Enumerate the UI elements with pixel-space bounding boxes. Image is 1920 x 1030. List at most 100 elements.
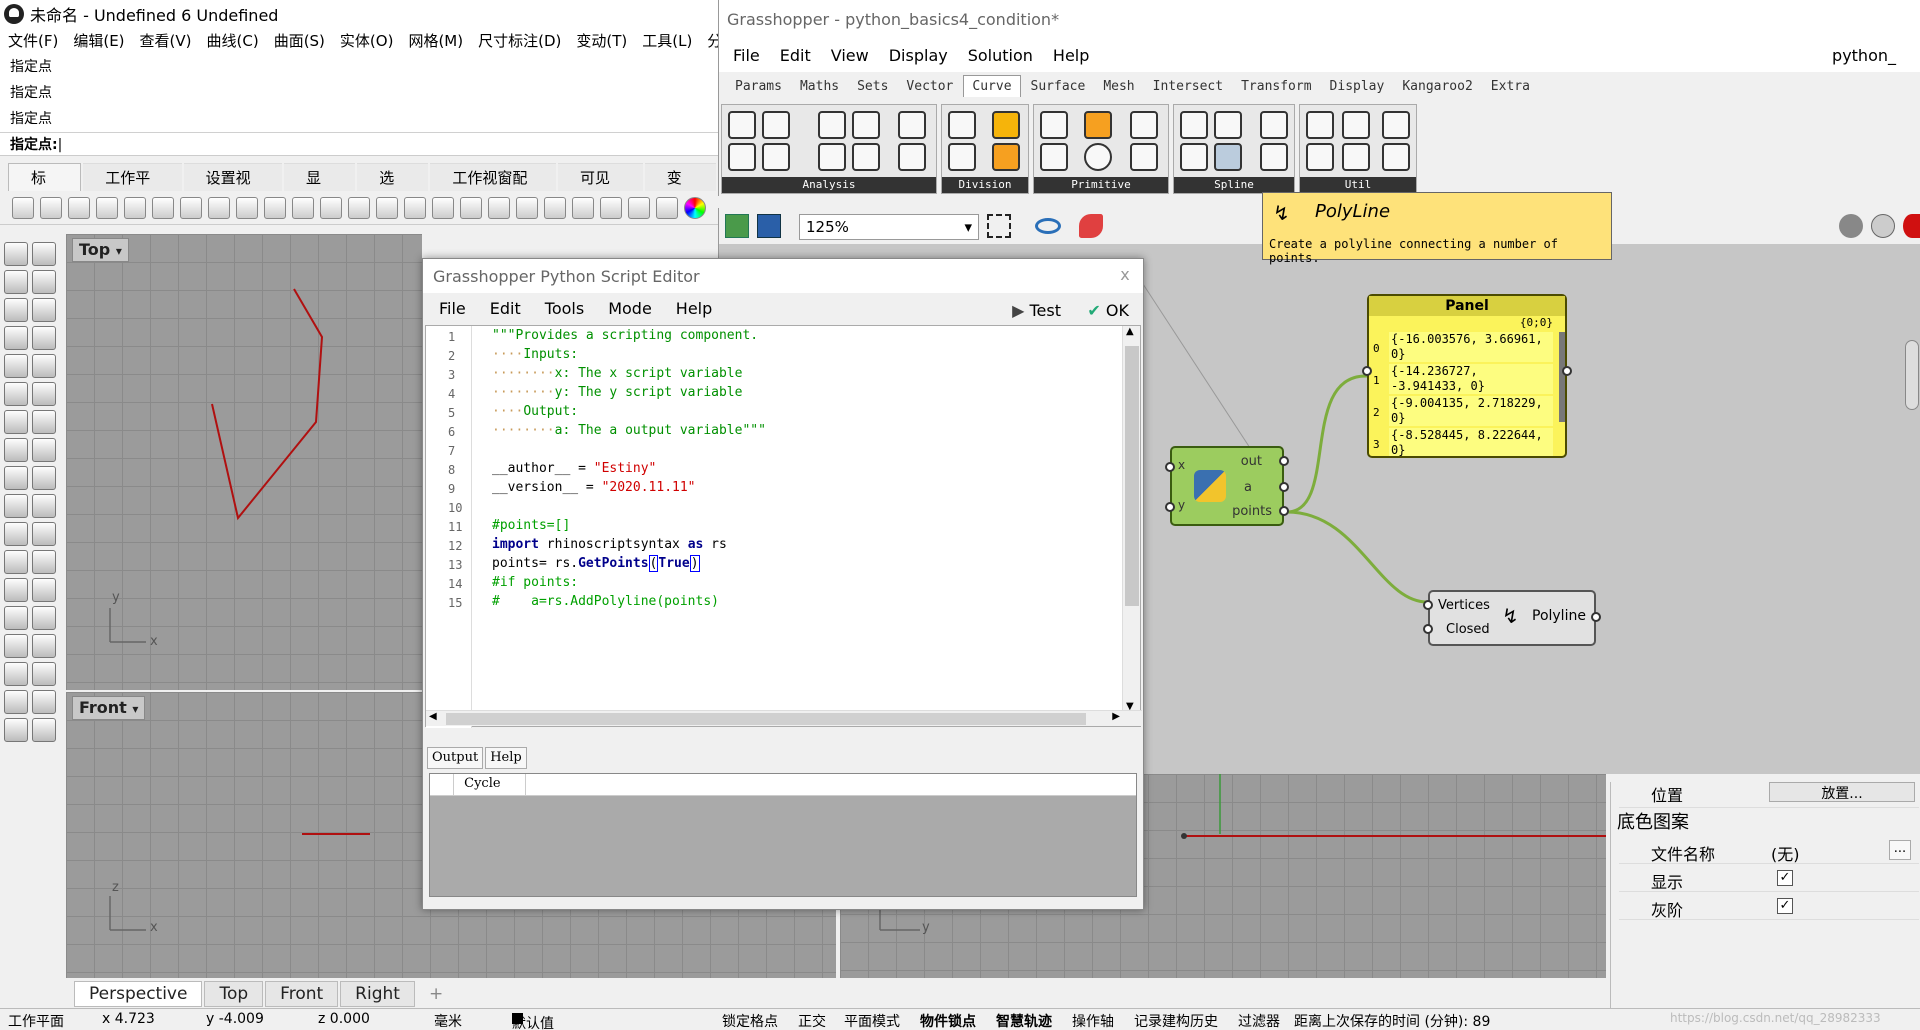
- port-x-in[interactable]: [1165, 462, 1175, 472]
- join-icon[interactable]: [32, 522, 56, 546]
- gh-menu-solution[interactable]: Solution: [968, 46, 1033, 65]
- nurbs-curve-icon[interactable]: [1214, 111, 1242, 139]
- undo-icon[interactable]: [236, 196, 258, 219]
- mesh-icon[interactable]: [32, 438, 56, 462]
- vtab-top[interactable]: Top: [204, 981, 264, 1007]
- divide-curve-icon[interactable]: [948, 111, 976, 139]
- point-icon[interactable]: [32, 242, 56, 266]
- python-component[interactable]: x y out a points: [1165, 446, 1289, 526]
- show-checkbox[interactable]: ✓: [1777, 870, 1793, 886]
- canvas-scroll-knob[interactable]: [1905, 340, 1919, 410]
- lightbulb-icon[interactable]: [600, 196, 622, 219]
- circle-icon[interactable]: [4, 298, 28, 322]
- copy-doc-icon[interactable]: [124, 196, 146, 219]
- polyline-input-closed[interactable]: Closed: [1446, 622, 1490, 637]
- gh-tab-maths[interactable]: Maths: [792, 76, 847, 97]
- fillet-util-icon[interactable]: [1342, 111, 1370, 139]
- gh-tab-surface[interactable]: Surface: [1023, 76, 1094, 97]
- python-input-x[interactable]: x: [1178, 458, 1185, 472]
- tab-viewport-layout[interactable]: 工作视窗配置: [430, 163, 556, 215]
- copy-icon[interactable]: [180, 196, 202, 219]
- explode-curve-icon[interactable]: [1342, 143, 1370, 171]
- gh-menu-display[interactable]: Display: [889, 46, 948, 65]
- panel-input-port[interactable]: [1362, 366, 1372, 376]
- rotate-view-icon[interactable]: [292, 196, 314, 219]
- editor-close-button[interactable]: x: [1113, 265, 1137, 287]
- divide-length-icon[interactable]: [948, 143, 976, 171]
- extrude-icon[interactable]: [32, 382, 56, 406]
- zoom-extents-icon[interactable]: [376, 196, 398, 219]
- zoom-extents-icon[interactable]: [987, 214, 1011, 238]
- polygon-icon[interactable]: [4, 326, 28, 350]
- select-icon[interactable]: [4, 242, 28, 266]
- help-tab[interactable]: Help: [485, 747, 527, 769]
- curve-intersect-icon[interactable]: [852, 143, 880, 171]
- menu-tools[interactable]: 工具(L): [642, 30, 692, 51]
- tab-cplanes[interactable]: 工作平面: [83, 163, 182, 215]
- gh-tab-curve[interactable]: Curve: [963, 75, 1021, 97]
- place-button[interactable]: 放置...: [1769, 782, 1915, 802]
- sketch-pen-icon[interactable]: [1079, 214, 1103, 238]
- editor-menu-tools[interactable]: Tools: [545, 299, 584, 318]
- trim-icon[interactable]: [4, 550, 28, 574]
- menu-file[interactable]: 文件(F): [8, 30, 58, 51]
- gh-tab-intersect[interactable]: Intersect: [1145, 76, 1231, 97]
- gray-checkbox[interactable]: ✓: [1777, 898, 1793, 914]
- gh-tab-vector[interactable]: Vector: [898, 76, 961, 97]
- car-icon[interactable]: [488, 196, 510, 219]
- toggle-ortho[interactable]: 正交: [798, 1011, 826, 1030]
- cube-icon[interactable]: [4, 718, 28, 742]
- circle-primitive-icon[interactable]: [1084, 143, 1112, 171]
- offset-icon[interactable]: [1306, 111, 1334, 139]
- gh-tab-mesh[interactable]: Mesh: [1095, 76, 1142, 97]
- zoom-level-dropdown[interactable]: 125%: [799, 214, 979, 240]
- toggle-filter[interactable]: 过滤器: [1238, 1011, 1280, 1030]
- tab-standard[interactable]: 标准: [8, 163, 82, 215]
- prop-filename-value[interactable]: (无): [1771, 841, 1800, 865]
- tab-visibility[interactable]: 可见性: [557, 163, 643, 215]
- zoom-window-icon[interactable]: [348, 196, 370, 219]
- curve-icon[interactable]: [32, 270, 56, 294]
- gh-tab-sets[interactable]: Sets: [849, 76, 896, 97]
- paint-icon[interactable]: [32, 718, 56, 742]
- new-file-icon[interactable]: [12, 196, 34, 219]
- surface-icon[interactable]: [4, 382, 28, 406]
- vtab-front[interactable]: Front: [265, 981, 339, 1007]
- cylinder-icon[interactable]: [4, 438, 28, 462]
- open-folder-icon[interactable]: [40, 196, 62, 219]
- editor-test-button[interactable]: ▶ Test: [1012, 301, 1061, 320]
- menu-view[interactable]: 查看(V): [140, 30, 192, 51]
- scroll-right-icon[interactable]: ▶: [1112, 711, 1120, 722]
- curve-perp-icon[interactable]: [898, 143, 926, 171]
- gh-tab-params[interactable]: Params: [727, 76, 790, 97]
- curve-area-icon[interactable]: [762, 143, 790, 171]
- arc-primitive-icon[interactable]: [1130, 111, 1158, 139]
- toggle-grid-snap[interactable]: 锁定格点: [722, 1011, 778, 1030]
- preview-eye-icon[interactable]: [1035, 218, 1061, 234]
- check-icon[interactable]: [32, 690, 56, 714]
- dimension-icon[interactable]: [4, 494, 28, 518]
- gh-menu-view[interactable]: View: [831, 46, 869, 65]
- code-vertical-scroll-thumb[interactable]: [1125, 346, 1139, 606]
- toggle-gumball[interactable]: 操作轴: [1072, 1011, 1114, 1030]
- scale-icon[interactable]: [32, 578, 56, 602]
- panel-scrollbar[interactable]: [1559, 332, 1565, 422]
- arc-icon[interactable]: [4, 354, 28, 378]
- polyline-tool-icon[interactable]: [1214, 143, 1242, 171]
- menu-curve[interactable]: 曲线(C): [207, 30, 259, 51]
- extend-curve-icon[interactable]: [1382, 143, 1410, 171]
- editor-ok-button[interactable]: ✔ OK: [1087, 301, 1129, 320]
- interpolate-icon[interactable]: [1180, 111, 1208, 139]
- leader-icon[interactable]: [32, 494, 56, 518]
- pan-hand-icon[interactable]: [264, 196, 286, 219]
- preview-shaded-icon[interactable]: [1839, 214, 1863, 238]
- curve-tangent-icon[interactable]: [898, 111, 926, 139]
- box-icon[interactable]: [4, 410, 28, 434]
- bezier-icon[interactable]: [1260, 143, 1288, 171]
- top-viewport[interactable]: Top ▾ y x: [66, 234, 422, 690]
- polyline-icon[interactable]: [4, 270, 28, 294]
- browse-file-button[interactable]: ...: [1889, 840, 1911, 860]
- align-icon[interactable]: [32, 606, 56, 630]
- gh-tab-display[interactable]: Display: [1322, 76, 1393, 97]
- menu-solid[interactable]: 实体(O): [340, 30, 394, 51]
